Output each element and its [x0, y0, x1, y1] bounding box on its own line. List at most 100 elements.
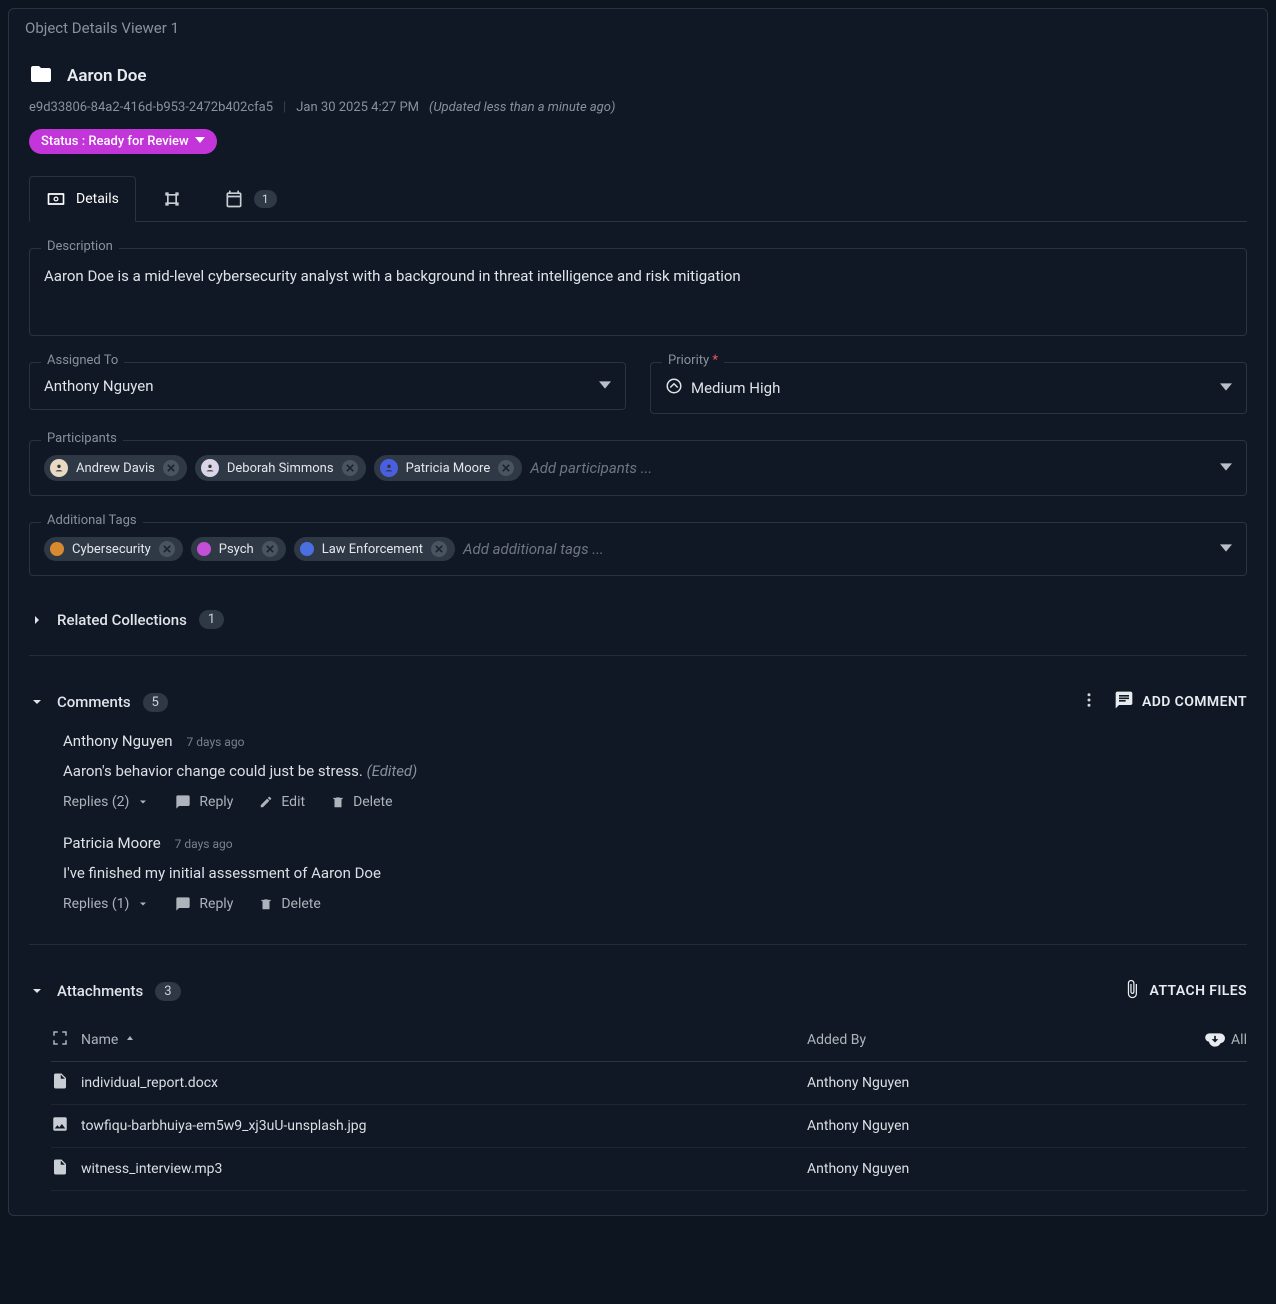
avatar-icon: [380, 459, 398, 477]
edit-button[interactable]: Edit: [259, 794, 305, 810]
assigned-to-value: Anthony Nguyen: [44, 377, 154, 395]
tab-details[interactable]: Details: [29, 176, 136, 222]
meta-separator: |: [283, 100, 286, 115]
tag-color-icon: [50, 542, 64, 556]
attachment-row[interactable]: witness_interview.mp3Anthony Nguyen: [51, 1148, 1247, 1191]
folder-icon: [29, 62, 53, 90]
col-added-by[interactable]: Added By: [807, 1032, 1167, 1048]
object-details-panel: Object Details Viewer 1 Aaron Doe e9d338…: [8, 8, 1268, 1216]
tab-graph[interactable]: [146, 177, 198, 221]
panel-title: Object Details Viewer 1: [9, 9, 1267, 48]
file-type-icon: [51, 1158, 81, 1180]
remove-chip-icon[interactable]: [159, 541, 175, 557]
attachment-row[interactable]: individual_report.docxAnthony Nguyen: [51, 1062, 1247, 1105]
details-icon: [46, 189, 66, 209]
comment-author: Anthony Nguyen: [63, 732, 173, 750]
file-name: individual_report.docx: [81, 1075, 807, 1091]
related-collections-title: Related Collections: [57, 611, 187, 629]
status-label: Status : Ready for Review: [41, 134, 189, 149]
participant-chip: Andrew Davis: [44, 455, 187, 481]
delete-button[interactable]: Delete: [331, 794, 392, 810]
description-label: Description: [41, 239, 119, 254]
attachment-row[interactable]: towfiqu-barbhuiya-em5w9_xj3uU-unsplash.j…: [51, 1105, 1247, 1148]
crop-icon[interactable]: [51, 1029, 81, 1051]
reply-button[interactable]: Reply: [175, 896, 233, 912]
chevron-down-icon[interactable]: [29, 983, 45, 999]
tags-placeholder: Add additional tags ...: [463, 540, 604, 558]
graph-icon: [162, 189, 182, 209]
comment-time: 7 days ago: [187, 735, 245, 749]
file-type-icon: [51, 1072, 81, 1094]
remove-chip-icon[interactable]: [498, 460, 514, 476]
download-all-button[interactable]: All: [1167, 1030, 1247, 1050]
chevron-down-icon[interactable]: [29, 694, 45, 710]
status-dropdown[interactable]: Status : Ready for Review: [29, 129, 217, 154]
participants-label: Participants: [41, 431, 123, 446]
replies-toggle[interactable]: Replies (2): [63, 794, 149, 810]
tag-name: Cybersecurity: [72, 542, 151, 557]
file-added-by: Anthony Nguyen: [807, 1075, 1167, 1091]
attach-files-button[interactable]: ATTACH FILES: [1122, 979, 1247, 1003]
description-field[interactable]: Aaron Doe is a mid-level cybersecurity a…: [29, 248, 1247, 336]
attach-files-label: ATTACH FILES: [1150, 983, 1247, 999]
replies-toggle[interactable]: Replies (1): [63, 896, 149, 912]
file-added-by: Anthony Nguyen: [807, 1118, 1167, 1134]
file-name: witness_interview.mp3: [81, 1161, 807, 1177]
add-comment-button[interactable]: ADD COMMENT: [1114, 690, 1247, 714]
file-added-by: Anthony Nguyen: [807, 1161, 1167, 1177]
priority-select[interactable]: Medium High: [650, 362, 1247, 414]
participants-field[interactable]: Andrew Davis Deborah Simmons Patricia Moor…: [29, 440, 1247, 496]
reply-button[interactable]: Reply: [175, 794, 233, 810]
caret-down-icon: [1220, 459, 1232, 477]
caret-down-icon: [1220, 540, 1232, 558]
participant-name: Deborah Simmons: [227, 461, 334, 476]
participant-chip: Patricia Moore: [374, 455, 523, 481]
caret-down-icon: [599, 377, 611, 395]
assigned-to-label: Assigned To: [41, 353, 124, 368]
avatar-icon: [50, 459, 68, 477]
participant-chip: Deborah Simmons: [195, 455, 366, 481]
tab-calendar[interactable]: 1: [208, 177, 293, 221]
comment-icon: [1114, 690, 1134, 714]
caret-down-icon: [195, 134, 205, 149]
tag-name: Psych: [219, 542, 254, 557]
tag-chip: Cybersecurity: [44, 537, 183, 561]
remove-chip-icon[interactable]: [431, 541, 447, 557]
caret-down-icon: [1220, 379, 1232, 397]
tab-details-label: Details: [76, 191, 119, 207]
participant-name: Patricia Moore: [406, 461, 491, 476]
tag-chip: Psych: [191, 537, 286, 561]
object-timestamp: Jan 30 2025 4:27 PM: [296, 100, 419, 115]
attachments-header-row: Name Added By All: [51, 1019, 1247, 1062]
comments-title: Comments: [57, 693, 131, 711]
comment-item: Patricia Moore 7 days ago I've finished my…: [29, 816, 1247, 918]
avatar-icon: [201, 459, 219, 477]
edited-marker: (Edited): [367, 762, 418, 780]
remove-chip-icon[interactable]: [342, 460, 358, 476]
tab-bar: Details 1: [29, 176, 1247, 222]
tag-color-icon: [300, 542, 314, 556]
more-icon[interactable]: [1080, 691, 1098, 713]
comment-body: I've finished my initial assessment of A…: [63, 864, 1247, 882]
tag-chip: Law Enforcement: [294, 537, 455, 561]
chevron-right-icon[interactable]: [29, 612, 45, 628]
add-comment-label: ADD COMMENT: [1142, 694, 1247, 710]
delete-button[interactable]: Delete: [259, 896, 320, 912]
tags-label: Additional Tags: [41, 513, 143, 528]
col-name-sort[interactable]: Name: [81, 1032, 807, 1048]
file-name: towfiqu-barbhuiya-em5w9_xj3uU-unsplash.j…: [81, 1118, 807, 1134]
comment-author: Patricia Moore: [63, 834, 161, 852]
file-type-icon: [51, 1115, 81, 1137]
participants-placeholder: Add participants ...: [530, 459, 652, 477]
comment-time: 7 days ago: [175, 837, 233, 851]
tags-field[interactable]: Cybersecurity Psych Law Enforcement Add add…: [29, 522, 1247, 576]
assigned-to-select[interactable]: Anthony Nguyen: [29, 362, 626, 410]
attachments-count: 3: [155, 982, 180, 1001]
participant-name: Andrew Davis: [76, 461, 155, 476]
remove-chip-icon[interactable]: [262, 541, 278, 557]
priority-label: Priority *: [662, 353, 724, 368]
remove-chip-icon[interactable]: [163, 460, 179, 476]
related-collections-count: 1: [199, 610, 224, 629]
object-title: Aaron Doe: [67, 66, 147, 86]
calendar-icon: [224, 189, 244, 209]
